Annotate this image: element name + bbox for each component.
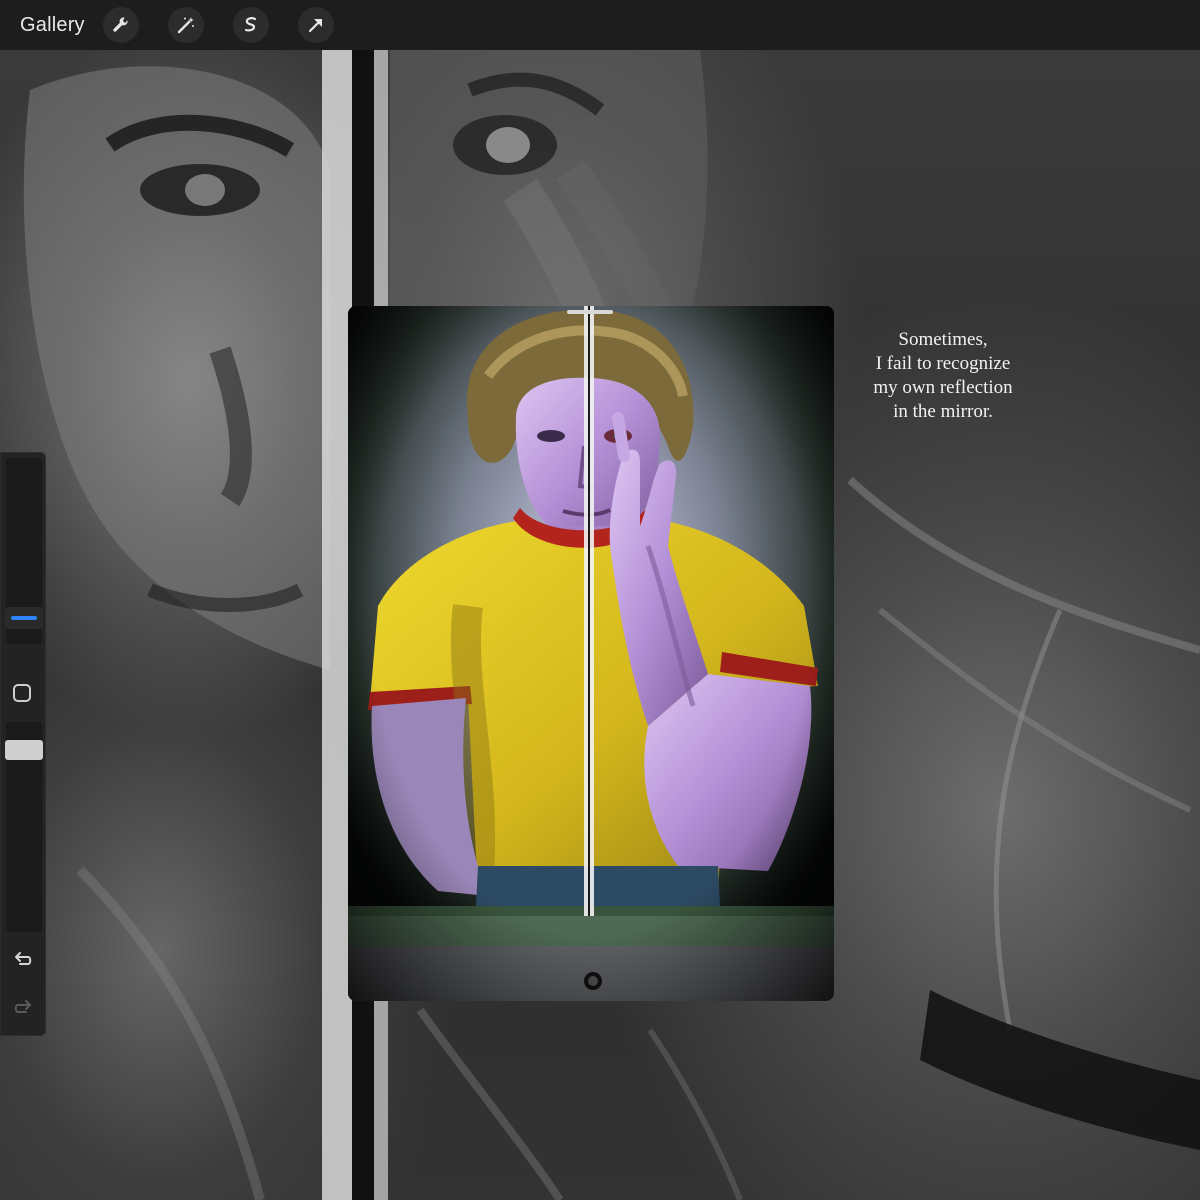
redo-icon <box>14 1000 31 1013</box>
actions-button[interactable] <box>102 7 139 43</box>
mirror-painting <box>348 306 834 1001</box>
gallery-button[interactable]: Gallery <box>20 14 85 37</box>
adjustments-button[interactable] <box>167 7 204 43</box>
selection-icon <box>244 17 256 32</box>
top-toolbar: Gallery <box>0 0 1200 50</box>
caption-line: my own reflection <box>873 377 1013 398</box>
undo-button[interactable] <box>11 948 35 972</box>
brush-size-thumb[interactable] <box>5 607 43 629</box>
brush-opacity-thumb[interactable] <box>5 740 43 760</box>
left-sidebar <box>0 452 46 1036</box>
mirror-artwork <box>348 306 834 1001</box>
modify-square-button[interactable] <box>13 684 31 702</box>
caption-line: I fail to recognize <box>875 353 1011 374</box>
procreate-app: Gallery Sometimes, I fail to recognize m… <box>0 0 1200 1200</box>
wrench-icon <box>113 17 128 32</box>
caption-line: Sometimes, <box>898 329 988 350</box>
transform-button[interactable] <box>297 7 334 43</box>
magic-wand-icon <box>177 17 194 34</box>
redo-button[interactable] <box>11 996 35 1020</box>
caption-text: Sometimes, I fail to recognize my own re… <box>848 328 1038 424</box>
transform-arrow-icon <box>308 18 322 33</box>
selection-button[interactable] <box>232 7 269 43</box>
undo-icon <box>15 952 32 965</box>
caption-line: in the mirror. <box>893 401 993 422</box>
